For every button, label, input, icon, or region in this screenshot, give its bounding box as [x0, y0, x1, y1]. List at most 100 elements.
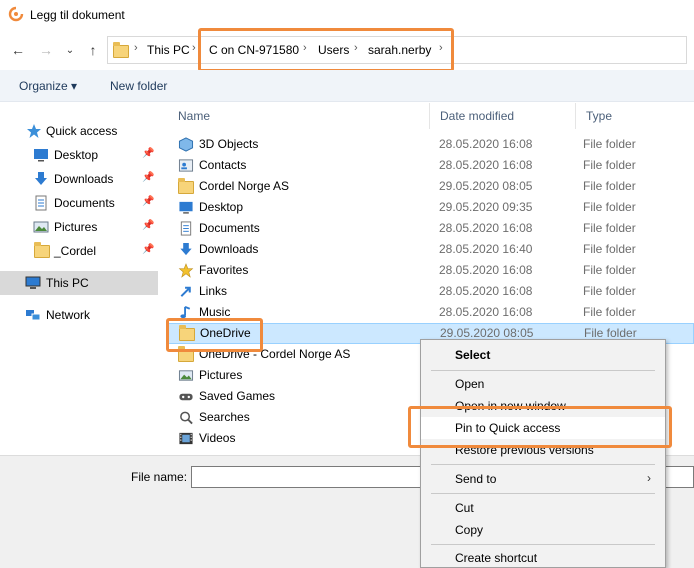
- context-menu: Select Open Open in new window Pin to Qu…: [420, 339, 666, 568]
- pin-icon: 📌: [142, 244, 155, 255]
- sidebar-item-label: Quick access: [46, 124, 118, 138]
- menu-item-pin-to-quick-access[interactable]: Pin to Quick access: [421, 417, 665, 439]
- sidebar-item-this-pc[interactable]: This PC: [0, 271, 158, 295]
- menu-item-label: Copy: [455, 523, 484, 537]
- menu-item-label: Create shortcut: [455, 551, 538, 565]
- breadcrumb-separator-icon: ›: [303, 42, 307, 54]
- back-arrow-icon[interactable]: ←: [8, 40, 28, 60]
- file-name: Contacts: [199, 158, 247, 172]
- menu-item-copy[interactable]: Copy: [421, 519, 665, 541]
- breadcrumb-separator-icon: ›: [134, 42, 138, 54]
- quick-access-star-icon: [27, 124, 41, 138]
- column-header-date-modified[interactable]: Date modified: [430, 103, 576, 129]
- menu-separator: [431, 544, 655, 545]
- sidebar-item-quick-access[interactable]: Quick access: [0, 119, 158, 143]
- sidebar-item-documents[interactable]: Documents 📌: [0, 191, 158, 215]
- sidebar-item-downloads[interactable]: Downloads 📌: [0, 167, 158, 191]
- sidebar-item-label: Documents: [54, 196, 115, 210]
- file-name: Searches: [199, 410, 250, 424]
- navigation-bar: ← → ⌄ ↑ › This PC › C on CN-971580 › Use…: [0, 30, 694, 70]
- breadcrumb-this-pc[interactable]: This PC: [147, 43, 190, 57]
- pin-icon: 📌: [142, 196, 155, 207]
- menu-item-label: Open: [455, 377, 485, 391]
- sidebar-scrollbar[interactable]: [158, 103, 168, 455]
- address-bar[interactable]: › This PC › C on CN-971580 › Users › sar…: [107, 36, 687, 64]
- folder-icon: [179, 325, 195, 341]
- file-date: 28.05.2020 16:08: [439, 263, 533, 277]
- menu-separator: [431, 493, 655, 494]
- file-name-label: File name:: [131, 470, 188, 484]
- menu-item-open[interactable]: Open: [421, 373, 665, 395]
- file-name: Links: [199, 284, 228, 298]
- file-name: Desktop: [199, 200, 244, 214]
- sidebar-item-label: Downloads: [54, 172, 114, 186]
- organize-button[interactable]: Organize ▾: [19, 79, 77, 93]
- sidebar-item-label: This PC: [46, 276, 89, 290]
- table-row[interactable]: Contacts 28.05.2020 16:08 File folder: [168, 155, 694, 176]
- column-header-name[interactable]: Name: [168, 103, 430, 129]
- forward-arrow-icon[interactable]: →: [36, 40, 56, 60]
- favorites-star-icon: [178, 263, 194, 278]
- breadcrumb-expand-chevron-icon[interactable]: ›: [439, 42, 443, 54]
- music-icon: [180, 306, 191, 319]
- breadcrumb-users[interactable]: Users: [318, 43, 349, 57]
- table-row[interactable]: Cordel Norge AS 29.05.2020 08:05 File fo…: [168, 176, 694, 197]
- table-row[interactable]: Downloads 28.05.2020 16:40 File folder: [168, 239, 694, 260]
- menu-item-send-to[interactable]: Send to ›: [421, 468, 665, 490]
- sidebar-item-network[interactable]: Network: [0, 303, 158, 327]
- menu-item-restore-previous-versions[interactable]: Restore previous versions: [421, 439, 665, 461]
- table-row[interactable]: 3D Objects 28.05.2020 16:08 File folder: [168, 134, 694, 155]
- desktop-icon: [179, 201, 193, 214]
- saved-games-icon: [179, 393, 193, 401]
- file-name: Documents: [199, 221, 260, 235]
- search-icon: [180, 411, 193, 425]
- file-type: File folder: [583, 137, 636, 151]
- column-header-type[interactable]: Type: [576, 103, 694, 129]
- menu-item-create-shortcut[interactable]: Create shortcut: [421, 547, 665, 568]
- file-date: 28.05.2020 16:08: [439, 158, 533, 172]
- file-type: File folder: [583, 200, 636, 214]
- sidebar-item-cordel[interactable]: _Cordel 📌: [0, 239, 158, 263]
- sidebar-item-pictures[interactable]: Pictures 📌: [0, 215, 158, 239]
- menu-item-label: Send to: [455, 472, 497, 486]
- table-row[interactable]: Documents 28.05.2020 16:08 File folder: [168, 218, 694, 239]
- file-date: 28.05.2020 16:08: [439, 284, 533, 298]
- file-type: File folder: [583, 158, 636, 172]
- recent-locations-chevron-icon[interactable]: ⌄: [60, 40, 80, 60]
- computer-icon: [25, 276, 41, 289]
- file-type: File folder: [583, 305, 636, 319]
- sidebar-item-label: Desktop: [54, 148, 99, 162]
- breadcrumb-separator-icon: ›: [192, 42, 196, 54]
- table-row[interactable]: Links 28.05.2020 16:08 File folder: [168, 281, 694, 302]
- pictures-icon: [178, 370, 194, 381]
- breadcrumb-separator-icon: ›: [354, 42, 358, 54]
- folder-icon: [34, 242, 50, 258]
- pin-icon: 📌: [142, 220, 155, 231]
- 3d-objects-icon: [178, 137, 194, 152]
- command-toolbar: Organize ▾ New folder: [0, 70, 694, 102]
- file-type: File folder: [583, 242, 636, 256]
- menu-item-open-new-window[interactable]: Open in new window: [421, 395, 665, 417]
- sidebar-item-desktop[interactable]: Desktop 📌: [0, 143, 158, 167]
- downloads-arrow-icon: [180, 242, 192, 256]
- menu-item-label: Open in new window: [455, 399, 566, 413]
- desktop-icon: [34, 149, 48, 162]
- table-row[interactable]: Music 28.05.2020 16:08 File folder: [168, 302, 694, 323]
- menu-item-cut[interactable]: Cut: [421, 497, 665, 519]
- table-row[interactable]: Desktop 29.05.2020 09:35 File folder: [168, 197, 694, 218]
- submenu-chevron-icon: ›: [647, 471, 651, 485]
- table-row[interactable]: Favorites 28.05.2020 16:08 File folder: [168, 260, 694, 281]
- breadcrumb-user-folder[interactable]: sarah.nerby: [368, 43, 431, 57]
- menu-separator: [431, 370, 655, 371]
- up-arrow-icon[interactable]: ↑: [83, 40, 103, 60]
- file-name: Videos: [199, 431, 236, 445]
- menu-item-select[interactable]: Select: [421, 344, 665, 366]
- file-date: 29.05.2020 09:35: [439, 200, 533, 214]
- pin-icon: 📌: [142, 172, 155, 183]
- breadcrumb-drive[interactable]: C on CN-971580: [209, 43, 299, 57]
- file-name: Favorites: [199, 263, 249, 277]
- new-folder-button[interactable]: New folder: [110, 79, 167, 93]
- file-date: 29.05.2020 08:05: [440, 326, 534, 340]
- file-date: 28.05.2020 16:08: [439, 221, 533, 235]
- sidebar-item-label: Network: [46, 308, 91, 322]
